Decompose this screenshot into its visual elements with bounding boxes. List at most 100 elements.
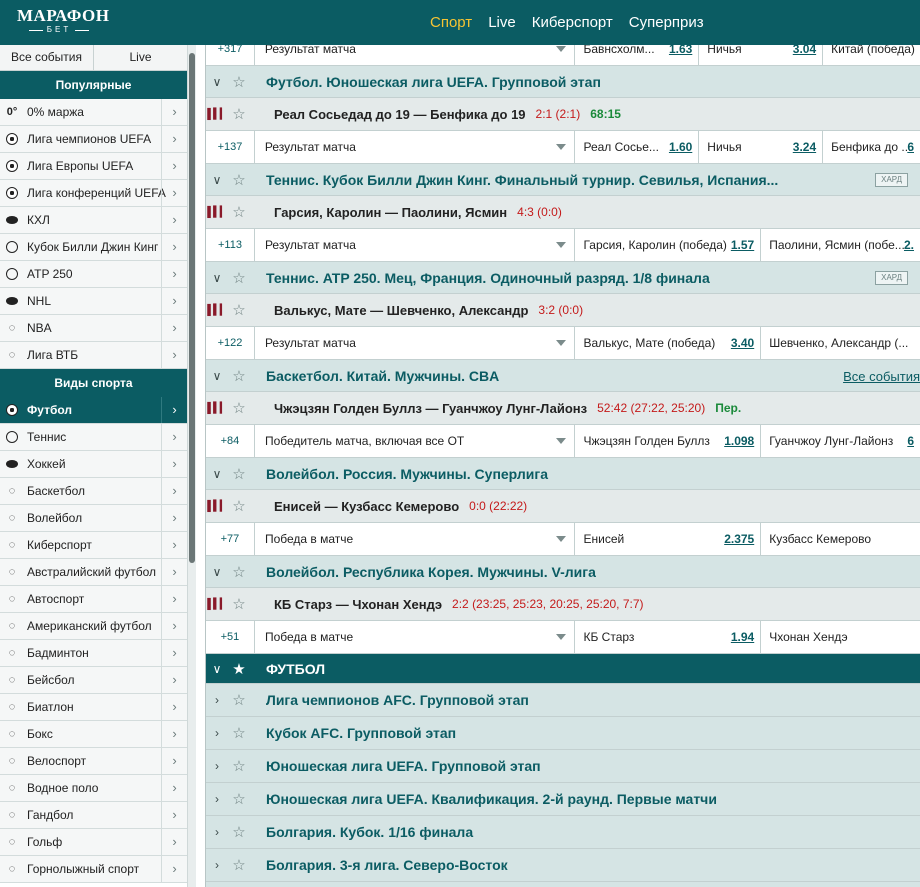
sidebar-item[interactable]: ◌ Лига ВТБ › <box>0 342 187 369</box>
outcome-cell[interactable]: Ничья 3.04 <box>699 45 824 65</box>
chevron-down-icon[interactable]: ∨ <box>206 173 228 187</box>
league-row[interactable]: › ☆ Юношеская лига UEFA. Квалификация. 2-й… <box>206 783 920 816</box>
outcome-odds[interactable]: 1.60 <box>669 131 692 163</box>
chevron-right-icon[interactable]: › <box>161 748 187 774</box>
sidebar-item[interactable]: ◌ Гольф › <box>0 829 187 856</box>
chevron-right-icon[interactable]: › <box>206 825 228 839</box>
sidebar-item[interactable]: ◌ Бейсбол › <box>0 667 187 694</box>
sidebar-item[interactable]: ◌ Австралийский футбол › <box>0 559 187 586</box>
sidebar-item[interactable]: ◌ Американский футбол › <box>0 613 187 640</box>
marathonbet-logo[interactable]: МАРАФОН БЕТ <box>17 7 109 39</box>
sidebar-item[interactable]: Футбол › <box>0 397 187 424</box>
category-row[interactable]: ∨ ☆ Волейбол. Республика Корея. Мужчины. V… <box>206 556 920 588</box>
favorite-star-icon[interactable]: ☆ <box>228 465 250 483</box>
sidebar-item[interactable]: ◌ Волейбол › <box>0 505 187 532</box>
more-markets-count[interactable]: +77 <box>206 523 255 555</box>
sidebar-item[interactable]: Лига чемпионов UEFA › <box>0 126 187 153</box>
market-select[interactable]: Победа в матче <box>255 523 576 555</box>
favorite-star-icon[interactable]: ☆ <box>228 367 250 385</box>
favorite-star-icon[interactable]: ★ <box>228 660 250 678</box>
chevron-right-icon[interactable]: › <box>161 451 187 477</box>
favorite-star-icon[interactable]: ☆ <box>228 757 250 775</box>
category-row[interactable]: ∨ ☆ Волейбол. Россия. Мужчины. Суперлига <box>206 458 920 490</box>
outcome-cell[interactable]: Гарсия, Каролин (победа) 1.57 <box>575 229 762 261</box>
favorite-star-icon[interactable]: ☆ <box>228 269 250 287</box>
category-title[interactable]: Теннис. Кубок Билли Джин Кинг. Финальный… <box>266 172 778 188</box>
stats-bars-icon[interactable]: ▌▍▎ <box>206 305 228 316</box>
sidebar-item[interactable]: ◌ Гандбол › <box>0 802 187 829</box>
outcome-odds[interactable]: 3.24 <box>793 131 816 163</box>
favorite-star-icon[interactable]: ☆ <box>228 399 250 417</box>
chevron-right-icon[interactable]: › <box>161 99 187 125</box>
market-select[interactable]: Результат матча <box>255 327 576 359</box>
favorite-star-icon[interactable]: ☆ <box>228 563 250 581</box>
sidebar-item[interactable]: NHL › <box>0 288 187 315</box>
outcome-cell[interactable]: Чхонан Хендэ <box>761 621 920 653</box>
favorite-star-icon[interactable]: ☆ <box>228 497 250 515</box>
chevron-right-icon[interactable]: › <box>161 586 187 612</box>
outcome-odds[interactable]: 6 <box>907 131 914 163</box>
favorite-star-icon[interactable]: ☆ <box>228 856 250 874</box>
chevron-right-icon[interactable]: › <box>161 640 187 666</box>
sidebar-item[interactable]: КХЛ › <box>0 207 187 234</box>
favorite-star-icon[interactable]: ☆ <box>228 203 250 221</box>
more-markets-count[interactable]: +317 <box>206 45 255 65</box>
chevron-right-icon[interactable]: › <box>161 424 187 450</box>
sidebar-item[interactable]: ◌ Автоспорт › <box>0 586 187 613</box>
outcome-odds[interactable]: 6 <box>907 425 914 457</box>
outcome-cell[interactable]: Шевченко, Александр (... <box>761 327 920 359</box>
chevron-right-icon[interactable]: › <box>161 397 187 423</box>
nav-esports[interactable]: Киберспорт <box>532 14 613 32</box>
more-markets-count[interactable]: +122 <box>206 327 255 359</box>
chevron-down-icon[interactable]: ∨ <box>206 75 228 89</box>
outcome-cell[interactable]: Китай (победа) <box>823 45 920 65</box>
chevron-right-icon[interactable]: › <box>206 759 228 773</box>
scrollbar-thumb[interactable] <box>189 53 195 563</box>
chevron-down-icon[interactable]: ∨ <box>206 271 228 285</box>
outcome-cell[interactable]: Паолини, Ясмин (побе... 2. <box>761 229 920 261</box>
league-row[interactable]: › ☆ Болгария. 3-я лига. Северо-Восток <box>206 849 920 882</box>
chevron-right-icon[interactable]: › <box>161 802 187 828</box>
outcome-cell[interactable]: Реал Сосье... 1.60 <box>575 131 700 163</box>
all-events-link[interactable]: Все события <box>843 369 920 384</box>
sidebar-scrollbar[interactable] <box>188 45 196 887</box>
sidebar-item[interactable]: ◌ Баскетбол › <box>0 478 187 505</box>
chevron-right-icon[interactable]: › <box>161 342 187 368</box>
league-row[interactable]: ›☆Болгария. 3-я лига. Юго-Запад <box>206 882 920 887</box>
sport-heading-row[interactable]: ∨ ★ ФУТБОЛ <box>206 654 920 684</box>
outcome-cell[interactable]: Бавнсхолм... 1.63 <box>575 45 700 65</box>
market-select[interactable]: Результат матча <box>255 131 576 163</box>
league-title[interactable]: Кубок AFC. Групповой этап <box>266 725 456 741</box>
match-row[interactable]: ▌▍▎ ☆ КБ Старз — Чхонан Хендэ 2:2 (23:25, 2… <box>206 588 920 621</box>
sidebar-item[interactable]: Лига конференций UEFA › <box>0 180 187 207</box>
outcome-cell[interactable]: КБ Старз 1.94 <box>575 621 762 653</box>
sidebar-item[interactable]: ◌ Киберспорт › <box>0 532 187 559</box>
sidebar-item[interactable]: ◌ Горнолыжный спорт › <box>0 856 187 883</box>
outcome-odds[interactable]: 3.40 <box>731 327 754 359</box>
more-markets-count[interactable]: +137 <box>206 131 255 163</box>
outcome-odds[interactable]: 2.375 <box>724 523 754 555</box>
chevron-right-icon[interactable]: › <box>161 559 187 585</box>
category-title[interactable]: Баскетбол. Китай. Мужчины. CBA <box>266 368 499 384</box>
chevron-down-icon[interactable]: ∨ <box>206 467 228 481</box>
league-row[interactable]: › ☆ Кубок AFC. Групповой этап <box>206 717 920 750</box>
outcome-cell[interactable]: Чжэцзян Голден Буллз 1.098 <box>575 425 762 457</box>
chevron-right-icon[interactable]: › <box>161 775 187 801</box>
category-title[interactable]: Волейбол. Республика Корея. Мужчины. V-л… <box>266 564 596 580</box>
match-teams[interactable]: Енисей — Кузбасс Кемерово <box>274 499 459 514</box>
category-title[interactable]: Теннис. ATP 250. Мец, Франция. Одиночный… <box>266 270 710 286</box>
match-teams[interactable]: Реал Сосьедад до 19 — Бенфика до 19 <box>274 107 526 122</box>
league-title[interactable]: Юношеская лига UEFA. Квалификация. 2-й р… <box>266 791 717 807</box>
league-title[interactable]: Болгария. Кубок. 1/16 финала <box>266 824 473 840</box>
more-markets-count[interactable]: +51 <box>206 621 255 653</box>
favorite-star-icon[interactable]: ☆ <box>228 301 250 319</box>
chevron-right-icon[interactable]: › <box>161 315 187 341</box>
league-title[interactable]: Лига чемпионов AFC. Групповой этап <box>266 692 529 708</box>
chevron-right-icon[interactable]: › <box>206 792 228 806</box>
match-teams[interactable]: Гарсия, Каролин — Паолини, Ясмин <box>274 205 507 220</box>
chevron-right-icon[interactable]: › <box>206 693 228 707</box>
chevron-right-icon[interactable]: › <box>161 153 187 179</box>
favorite-star-icon[interactable]: ☆ <box>228 595 250 613</box>
more-markets-count[interactable]: +113 <box>206 229 255 261</box>
sidebar-item[interactable]: 0° 0% маржа › <box>0 99 187 126</box>
